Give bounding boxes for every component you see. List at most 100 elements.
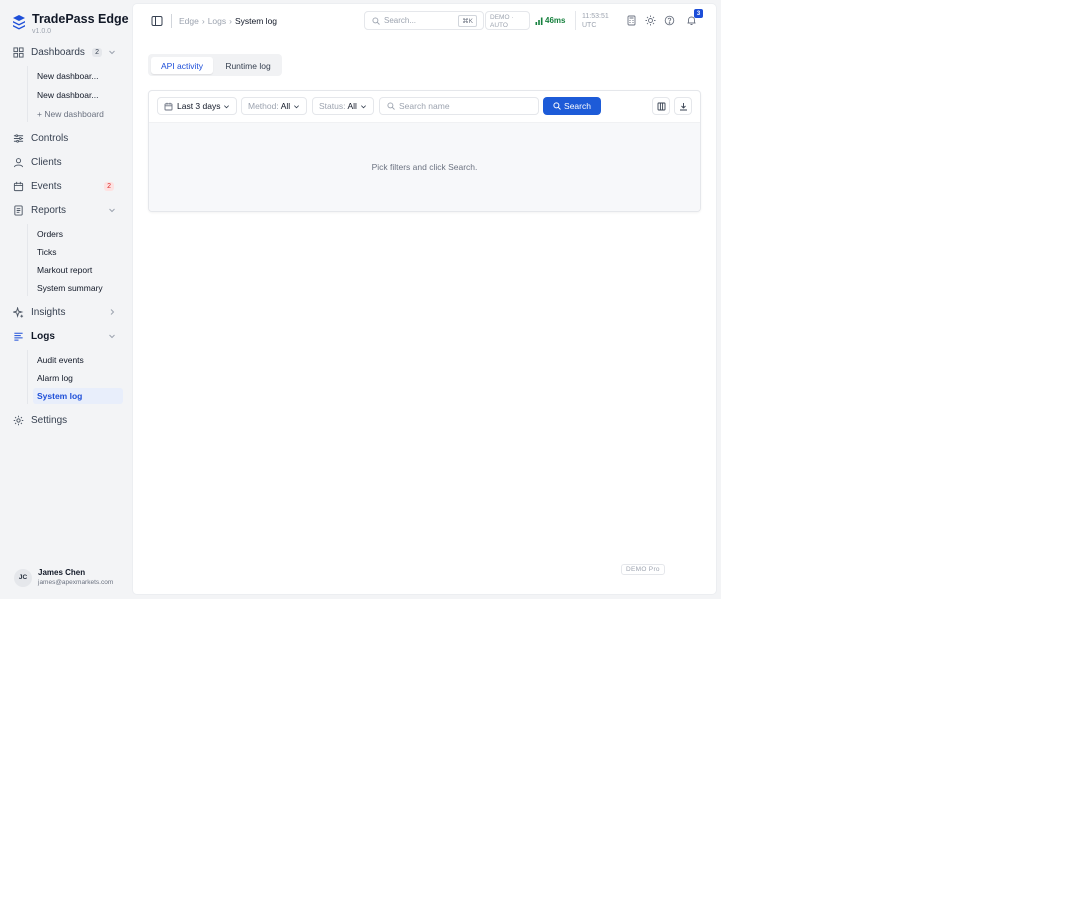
dashboards-count-badge: 2 <box>92 47 102 57</box>
breadcrumb-logs[interactable]: Logs <box>208 16 226 26</box>
sidebar-item-label: Reports <box>31 204 67 216</box>
brand[interactable]: TradePass Edge v1.0.0 <box>12 12 129 36</box>
search-icon <box>553 102 561 110</box>
clock-timezone: UTC <box>582 22 597 29</box>
date-range-filter[interactable]: Last 3 days <box>157 97 238 115</box>
user-email: james@apexmarkets.com <box>38 579 114 586</box>
brand-version: v1.0.0 <box>32 28 52 35</box>
sidebar-item-label: Dashboards <box>31 46 85 58</box>
search-button[interactable]: Search <box>543 97 601 115</box>
sidebar-item-clients[interactable]: Clients <box>12 153 124 171</box>
avatar: JC <box>14 568 32 587</box>
method-filter[interactable]: Method: All <box>241 97 308 115</box>
main-panel: Edge › Logs › System log Search... ⌘K DE… <box>133 4 716 594</box>
report-item-system-summary[interactable]: System summary <box>36 280 123 296</box>
report-item-markout[interactable]: Markout report <box>36 262 123 278</box>
user-icon <box>12 156 24 168</box>
sidebar-item-label: Events <box>31 180 62 192</box>
empty-state-message: Pick filters and click Search. <box>371 162 478 172</box>
chevron-down-icon <box>224 104 230 108</box>
global-search-placeholder: Search... <box>384 16 417 25</box>
chevron-right-icon <box>110 309 115 315</box>
sidebar-item-label: Insights <box>31 306 66 318</box>
breadcrumb-current: System log <box>234 16 278 26</box>
sidebar-item-insights[interactable]: Insights <box>12 303 124 321</box>
sidebar-item-dashboards[interactable]: Dashboards 2 <box>12 43 124 61</box>
clock-time: 11:53:51 <box>582 13 609 20</box>
chevron-down-icon <box>294 104 300 108</box>
search-icon <box>387 102 395 110</box>
app-shell: TradePass Edge v1.0.0 Dashboards 2 New d… <box>0 0 721 599</box>
notification-count-badge: 3 <box>694 9 703 18</box>
filter-toolbar: Last 3 days Method: All Status: All Sear… <box>149 91 700 123</box>
mode-line-2: AUTO <box>490 22 508 29</box>
new-dashboard-link[interactable]: + New dashboard <box>36 106 123 122</box>
user-name: James Chen <box>38 568 86 577</box>
latency-indicator: 46ms <box>535 16 565 25</box>
events-count-badge: 2 <box>104 181 114 191</box>
status-filter-label: Status: <box>319 101 346 111</box>
sidebar-item-settings[interactable]: Settings <box>12 411 124 429</box>
date-range-value: Last 3 days <box>177 101 221 111</box>
log-item-system-log[interactable]: System log <box>33 388 123 404</box>
search-icon <box>372 16 380 25</box>
shortcut-hint: ⌘K <box>458 15 477 27</box>
sidebar-item-label: Controls <box>31 132 69 144</box>
download-button[interactable] <box>674 97 692 115</box>
name-search-input[interactable] <box>399 101 529 111</box>
chevron-down-icon <box>109 334 115 339</box>
log-item-alarm-log[interactable]: Alarm log <box>36 370 123 386</box>
log-results-card: Last 3 days Method: All Status: All Sear… <box>148 90 701 212</box>
log-type-tabs: API activity Runtime log <box>148 54 282 76</box>
mode-line-1: DEMO · <box>490 14 514 21</box>
sidebar: TradePass Edge v1.0.0 Dashboards 2 New d… <box>0 0 132 599</box>
sun-icon[interactable] <box>645 15 656 26</box>
sidebar-item-label: Settings <box>31 414 68 426</box>
document-icon <box>12 204 24 216</box>
user-profile[interactable]: JC James Chen james@apexmarkets.com <box>14 568 113 587</box>
method-filter-label: Method: <box>248 101 279 111</box>
sparkle-icon <box>12 306 24 318</box>
tab-api-activity[interactable]: API activity <box>151 57 213 74</box>
grid-icon <box>12 46 24 58</box>
sidebar-item-logs[interactable]: Logs <box>12 327 124 345</box>
clock: 11:53:51 UTC <box>575 11 614 30</box>
breadcrumb-separator: › <box>201 16 205 26</box>
logs-subnav-line <box>27 350 28 404</box>
top-bar: Edge › Logs › System log Search... ⌘K DE… <box>133 4 716 38</box>
signal-bars-icon <box>535 17 543 25</box>
brand-name: TradePass Edge <box>32 12 129 26</box>
dashboard-item[interactable]: New dashboar... <box>36 68 123 84</box>
breadcrumb: Edge › Logs › System log <box>179 16 277 26</box>
method-filter-value: All <box>280 101 291 111</box>
chevron-down-icon <box>109 50 115 55</box>
chevron-down-icon <box>109 208 115 213</box>
chevron-down-icon <box>360 104 366 108</box>
name-search-field[interactable] <box>379 97 539 115</box>
sliders-icon <box>12 132 24 144</box>
log-item-audit-events[interactable]: Audit events <box>36 352 123 368</box>
reports-subnav-line <box>27 224 28 296</box>
columns-icon <box>657 102 665 110</box>
sidebar-item-reports[interactable]: Reports <box>12 201 124 219</box>
columns-button[interactable] <box>652 97 670 115</box>
global-search-input[interactable]: Search... ⌘K <box>364 11 484 30</box>
layers-logo-icon <box>13 15 25 30</box>
report-item-ticks[interactable]: Ticks <box>36 244 123 260</box>
help-icon[interactable] <box>664 15 675 26</box>
report-item-orders[interactable]: Orders <box>36 226 123 242</box>
mode-selector[interactable]: DEMO · AUTO <box>485 11 530 30</box>
calculator-icon[interactable] <box>626 15 637 26</box>
tab-runtime-log[interactable]: Runtime log <box>217 57 279 74</box>
sidebar-item-events[interactable]: Events 2 <box>12 177 124 195</box>
sidebar-toggle-icon[interactable] <box>151 15 163 27</box>
dashboard-item[interactable]: New dashboar... <box>36 87 123 103</box>
breadcrumb-edge[interactable]: Edge <box>179 16 199 26</box>
empty-state: Pick filters and click Search. <box>149 123 700 211</box>
sidebar-item-controls[interactable]: Controls <box>12 129 124 147</box>
sidebar-item-label: Clients <box>31 156 62 168</box>
plan-badge: DEMO Pro <box>621 564 665 575</box>
status-filter-value: All <box>347 101 357 111</box>
status-filter[interactable]: Status: All <box>312 97 374 115</box>
divider <box>171 14 172 28</box>
